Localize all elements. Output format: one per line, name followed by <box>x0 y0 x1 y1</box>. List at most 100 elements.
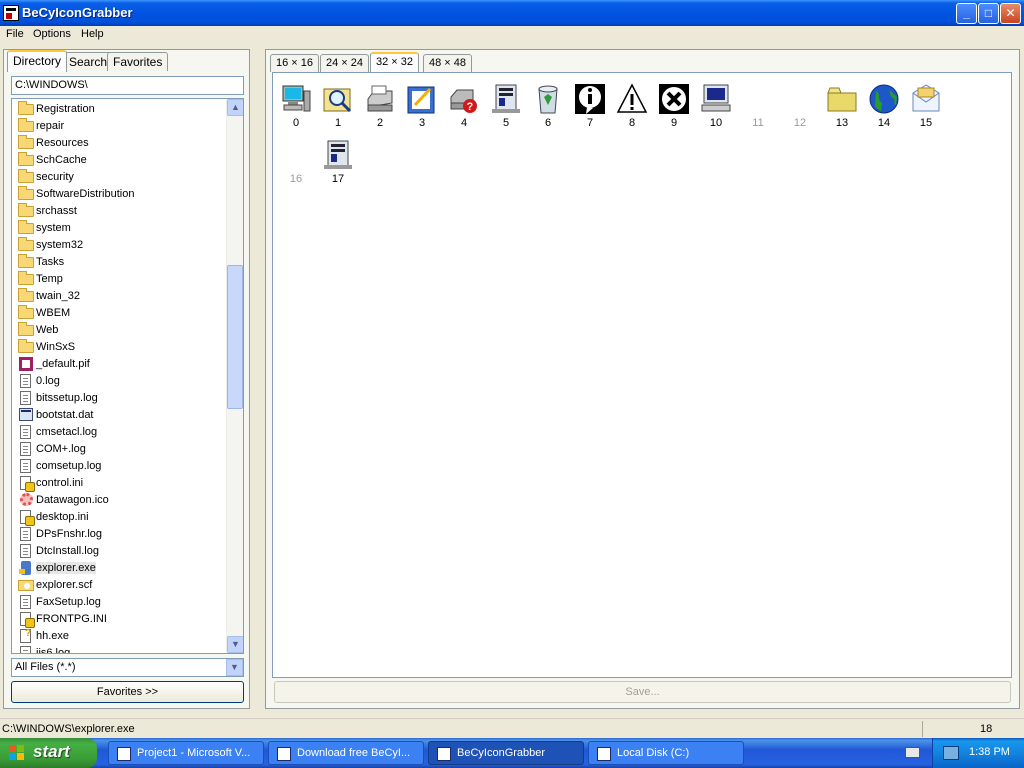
error-icon <box>658 83 690 115</box>
menu-help[interactable]: Help <box>81 28 104 40</box>
network-icon[interactable] <box>943 746 959 760</box>
start-label: start <box>33 742 70 761</box>
scroll-thumb[interactable] <box>227 265 243 409</box>
folder-icon <box>18 101 34 115</box>
tab-size-32[interactable]: 32 × 32 <box>370 52 420 72</box>
tab-directory[interactable]: Directory <box>7 50 68 72</box>
icon-index-label: 4 <box>460 117 468 129</box>
list-item-label: FaxSetup.log <box>36 596 101 608</box>
icon-cell[interactable]: 6 <box>528 75 568 129</box>
icon-cell[interactable]: 9 <box>654 75 694 129</box>
list-item-label: srchasst <box>36 205 77 217</box>
icon-cell[interactable]: 7 <box>570 75 610 129</box>
taskbar-button[interactable]: Download free BeCyI... <box>268 741 424 765</box>
folder-icon <box>18 339 34 353</box>
icon-cell[interactable]: 8 <box>612 75 652 129</box>
icon-cell[interactable]: 14 <box>864 75 904 129</box>
icon-cell[interactable]: 12 <box>780 75 820 129</box>
doc-icon <box>20 442 31 456</box>
doc-icon <box>20 425 31 439</box>
list-item-label: explorer.exe <box>36 562 96 574</box>
icon-cell[interactable]: 17 <box>318 131 358 185</box>
taskbar-button-label: Download free BeCyI... <box>297 747 411 759</box>
list-item-label: explorer.scf <box>36 579 93 591</box>
list-item-label: repair <box>36 120 65 132</box>
app-icon <box>3 5 19 21</box>
icon-index-label: 7 <box>586 117 594 129</box>
list-item-label: Registration <box>36 103 95 115</box>
tab-size-48[interactable]: 48 × 48 <box>423 54 473 72</box>
icon-cell[interactable]: 13 <box>822 75 862 129</box>
icon-cell[interactable]: 1 <box>318 75 358 129</box>
recycle-bin-icon <box>532 83 564 115</box>
icon-cell[interactable]: 0 <box>276 75 316 129</box>
icon-index-label: 13 <box>835 117 849 129</box>
icon-cell[interactable]: ? 4 <box>444 75 484 129</box>
file-list-scrollbar[interactable]: ▲ ▼ <box>226 99 243 653</box>
list-item-label: FRONTPG.INI <box>36 613 107 625</box>
edit-document-icon <box>406 83 438 115</box>
taskbar-button[interactable]: BeCyIconGrabber <box>428 741 584 765</box>
list-item-label: Temp <box>36 273 63 285</box>
minimize-button[interactable]: _ <box>956 3 977 24</box>
file-list[interactable]: iis6.log hh.exe FRONTPG.INI FaxSetup.log exp… <box>11 98 244 654</box>
mail-icon <box>910 83 942 115</box>
close-button[interactable]: ✕ <box>1000 3 1021 24</box>
file-filter-select[interactable]: All Files (*.*) ▼ <box>11 658 244 677</box>
doc-icon <box>20 595 31 609</box>
keyboard-icon[interactable] <box>905 747 920 758</box>
tab-size-24[interactable]: 24 × 24 <box>320 54 370 72</box>
taskbar-button[interactable]: Local Disk (C:) <box>588 741 744 765</box>
clock: 1:38 PM <box>969 746 1010 758</box>
tab-search[interactable]: Search <box>63 52 114 71</box>
list-item-label: SchCache <box>36 154 87 166</box>
icon-cell[interactable]: 3 <box>402 75 442 129</box>
chevron-down-icon[interactable]: ▼ <box>226 659 243 676</box>
ini-icon <box>20 476 35 492</box>
directory-path-field[interactable]: C:\WINDOWS\ <box>11 76 244 95</box>
tab-size-16[interactable]: 16 × 16 <box>270 54 320 72</box>
menu-file[interactable]: File <box>6 28 24 40</box>
icon-cell[interactable]: 10 <box>696 75 736 129</box>
exe-icon <box>19 561 31 575</box>
list-item-label: cmsetacl.log <box>36 426 98 438</box>
icon-index-label: 17 <box>331 173 345 185</box>
list-item-label: control.ini <box>36 477 84 489</box>
folder-icon <box>18 288 34 302</box>
icon-index-label: 12 <box>793 117 807 129</box>
list-item-label: comsetup.log <box>36 460 102 472</box>
folder-icon <box>18 152 34 166</box>
favorites-button[interactable]: Favorites >> <box>11 681 244 703</box>
menu-options[interactable]: Options <box>33 28 71 40</box>
scroll-up-arrow-icon[interactable]: ▲ <box>227 99 243 116</box>
status-bar: C:\WINDOWS\explorer.exe 18 <box>0 718 1024 738</box>
list-item-label: twain_32 <box>36 290 81 302</box>
maximize-button[interactable]: □ <box>978 3 999 24</box>
list-item-label: security <box>36 171 74 183</box>
icon-cell[interactable]: 11 <box>738 75 778 129</box>
list-item-label: system32 <box>36 239 84 251</box>
icon-cell[interactable]: 2 <box>360 75 400 129</box>
window-title: BeCyIconGrabber <box>22 5 133 20</box>
icon-cell[interactable]: 16 <box>276 131 316 185</box>
server-icon <box>490 83 522 115</box>
list-item-label: DtcInstall.log <box>36 545 99 557</box>
printer-help-icon: ? <box>448 83 480 115</box>
app-icon <box>437 747 451 761</box>
save-button[interactable]: Save... <box>274 681 1011 703</box>
list-item-label: iis6.log <box>36 647 71 654</box>
list-item-label: _default.pif <box>36 358 90 370</box>
start-button[interactable]: start <box>0 738 97 768</box>
icon-cell[interactable]: 5 <box>486 75 526 129</box>
globe-icon <box>868 83 900 115</box>
icon-grid: 0 1 2 3? 4 5 6 7 8 9 10 11 12 13 14 15 16 17 <box>272 72 1012 678</box>
scroll-down-arrow-icon[interactable]: ▼ <box>227 636 243 653</box>
icon-index-label: 6 <box>544 117 552 129</box>
taskbar-button-label: Local Disk (C:) <box>617 747 690 759</box>
tab-favorites[interactable]: Favorites <box>107 52 169 71</box>
icon-cell[interactable]: 15 <box>906 75 946 129</box>
information-icon <box>574 83 606 115</box>
folder-icon <box>18 135 34 149</box>
taskbar-button[interactable]: Project1 - Microsoft V... <box>108 741 264 765</box>
icon-index-label: 0 <box>292 117 300 129</box>
